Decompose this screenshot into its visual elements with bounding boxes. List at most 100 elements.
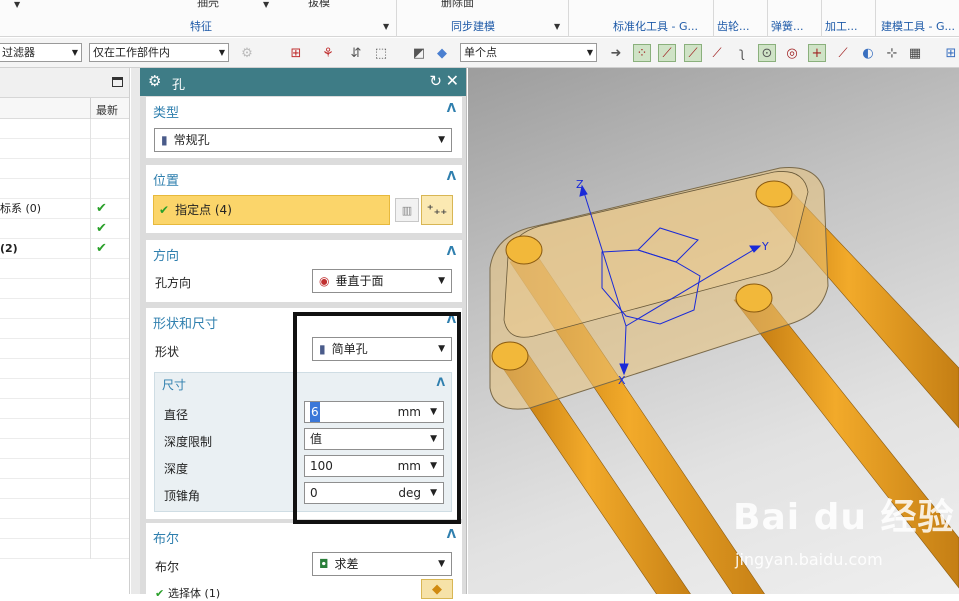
chevron-up-icon[interactable]: ᐱ xyxy=(447,244,456,258)
chevron-down-icon[interactable]: ▼ xyxy=(383,22,389,31)
specify-point-field[interactable]: ✔ 指定点 (4) xyxy=(153,195,390,225)
column-divider[interactable] xyxy=(90,98,91,119)
navigator-row[interactable] xyxy=(0,159,129,179)
chevron-down-icon: ▼ xyxy=(438,559,445,569)
navigator-row[interactable] xyxy=(0,479,129,499)
type-filter-select[interactable]: 过滤器 ▼ xyxy=(0,43,82,62)
navigator-row[interactable] xyxy=(0,119,129,139)
section-direction-header[interactable]: 方向 ᐱ xyxy=(146,240,462,266)
column-divider xyxy=(90,179,91,199)
section-type-header[interactable]: 类型 ᐱ xyxy=(146,97,462,123)
navigator-row[interactable]: 标系 (0) ✔ xyxy=(0,199,129,219)
eraser-icon[interactable]: ◩ xyxy=(410,44,428,62)
selection-scope-select[interactable]: 仅在工作部件内 ▼ xyxy=(89,43,229,62)
section-shape-size-header[interactable]: 形状和尺寸 ᐱ xyxy=(146,308,462,334)
navigator-row[interactable] xyxy=(0,499,129,519)
point-dialog-icon[interactable]: ⁺₊₊ xyxy=(421,195,453,225)
navigator-row[interactable] xyxy=(0,139,129,159)
navigator-row[interactable] xyxy=(0,379,129,399)
depth-limit-select[interactable]: 值 ▼ xyxy=(304,428,444,450)
navigator-row[interactable] xyxy=(0,519,129,539)
depth-input[interactable]: 100 mm ▼ xyxy=(304,455,444,477)
select-body-icon[interactable]: ◆ xyxy=(421,579,453,599)
point-on-face-icon[interactable]: ◐ xyxy=(859,44,877,62)
multi-select-icon[interactable]: ⇵ xyxy=(347,44,365,62)
quadrant-point-icon[interactable]: ◎ xyxy=(783,44,801,62)
ribbon-group-machining[interactable]: 加工... xyxy=(822,0,876,37)
chevron-down-icon[interactable]: ▼ xyxy=(430,483,437,503)
arc-center-icon[interactable]: ⊙ xyxy=(758,44,776,62)
hole-direction-select[interactable]: ◉ 垂直于面 ▼ xyxy=(312,269,452,293)
ribbon-group-sync-modeling[interactable]: 删除面 同步建模 ▼ xyxy=(397,0,569,37)
navigator-row[interactable] xyxy=(0,319,129,339)
endpoint-snap-icon[interactable]: ⟋ xyxy=(658,44,676,62)
select-feature-icon[interactable]: ⚙ xyxy=(238,44,256,62)
navigator-row[interactable] xyxy=(0,459,129,479)
section-position-header[interactable]: 位置 ᐱ xyxy=(146,165,462,191)
ribbon-item-draft[interactable]: 拔模 xyxy=(308,0,330,10)
navigator-row[interactable]: ✔ xyxy=(0,219,129,239)
ribbon-item-shell[interactable]: 抽壳 xyxy=(197,0,219,10)
chevron-down-icon[interactable]: ▼ xyxy=(263,0,269,9)
chevron-up-icon[interactable]: ᐱ xyxy=(447,312,456,326)
shape-select[interactable]: ▮ 简单孔 ▼ xyxy=(312,337,452,361)
midpoint-snap-icon[interactable]: ⟋ xyxy=(684,44,702,62)
hole-type-select[interactable]: ▮ 常规孔 ▼ xyxy=(154,128,452,152)
ribbon-group-standard-tools[interactable]: 标准化工具 - G... xyxy=(610,0,714,37)
snap-point-select[interactable]: 单个点 ▼ xyxy=(460,43,597,62)
chevron-down-icon[interactable]: ▼ xyxy=(430,402,437,422)
more-tools-icon[interactable]: ⊞ xyxy=(942,44,959,62)
snap-plus-icon[interactable]: ⊞ xyxy=(287,44,305,62)
solid-body-icon[interactable]: ◆ xyxy=(433,44,451,62)
close-icon[interactable]: ✕ xyxy=(446,71,459,90)
navigator-row[interactable] xyxy=(0,339,129,359)
ribbon-group-gear[interactable]: 齿轮... xyxy=(714,0,768,37)
column-latest[interactable]: 最新 xyxy=(96,102,118,118)
gear-icon[interactable]: ⚙ xyxy=(148,72,161,90)
grid-icon[interactable]: ▦ xyxy=(906,44,924,62)
column-divider xyxy=(90,199,91,219)
rectangle-select-icon[interactable]: ⬚ xyxy=(372,44,390,62)
chevron-up-icon[interactable]: ᐱ xyxy=(436,376,445,389)
navigator-row[interactable] xyxy=(0,259,129,279)
point-on-curve-icon[interactable]: ⟋ xyxy=(834,44,852,62)
selection-toolbar: 过滤器 ▼ 仅在工作部件内 ▼ ⚙ ⊞ ⚘ ⇵ ⬚ ◩ ◆ 单个点 ▼ ➜ ⁘ ⟋ ⟋… xyxy=(0,38,959,68)
chevron-up-icon[interactable]: ᐱ xyxy=(447,169,456,183)
chevron-up-icon[interactable]: ᐱ xyxy=(447,101,456,115)
boolean-select[interactable]: ◘ 求差 ▼ xyxy=(312,552,452,576)
general-selection-icon[interactable]: ⚘ xyxy=(319,44,337,62)
bounded-grid-icon[interactable]: ⊹ xyxy=(883,44,901,62)
control-point-icon[interactable]: ⟋ xyxy=(708,44,726,62)
chevron-up-icon[interactable]: ᐱ xyxy=(447,527,456,541)
navigator-row[interactable]: (2) ✔ xyxy=(0,239,129,259)
curve-point-icon[interactable]: ʅ xyxy=(733,44,751,62)
navigator-row[interactable] xyxy=(0,299,129,319)
snap-enable-icon[interactable]: ⁘ xyxy=(633,44,651,62)
section-boolean-header[interactable]: 布尔 ᐱ xyxy=(146,523,462,549)
select-body-field[interactable]: ✔ 选择体 (1) xyxy=(155,585,220,601)
maximize-icon[interactable] xyxy=(112,77,123,87)
existing-point-icon[interactable]: + xyxy=(808,44,826,62)
navigator-row[interactable] xyxy=(0,419,129,439)
diameter-input[interactable]: 6 mm ▼ xyxy=(304,401,444,423)
navigator-row[interactable] xyxy=(0,539,129,559)
ribbon-group-spring[interactable]: 弹簧... xyxy=(768,0,822,37)
ribbon-group-feature[interactable]: ▼ ▼ 抽壳 拔模 特征 ▼ xyxy=(0,0,397,37)
chevron-down-icon[interactable]: ▼ xyxy=(430,456,437,476)
navigator-row[interactable] xyxy=(0,279,129,299)
navigator-row[interactable] xyxy=(0,399,129,419)
reset-icon[interactable]: ↻ xyxy=(429,72,442,90)
ribbon-group-label: 特征 xyxy=(190,20,212,33)
navigator-row[interactable] xyxy=(0,179,129,199)
chevron-down-icon[interactable]: ▼ xyxy=(554,22,560,31)
ribbon-group-modeling-tools[interactable]: 建模工具 - G... xyxy=(876,0,959,37)
ribbon-item-delete-face[interactable]: 删除面 xyxy=(441,0,474,10)
navigator-row[interactable] xyxy=(0,359,129,379)
arrow-right-icon[interactable]: ➜ xyxy=(607,44,625,62)
navigator-row[interactable] xyxy=(0,439,129,459)
tip-angle-input[interactable]: 0 deg ▼ xyxy=(304,482,444,504)
column-divider xyxy=(90,279,91,299)
chevron-down-icon[interactable]: ▼ xyxy=(14,0,20,9)
dimensions-header[interactable]: 尺寸 ᐱ xyxy=(155,373,451,395)
sketch-icon[interactable]: ▥ xyxy=(395,198,419,222)
